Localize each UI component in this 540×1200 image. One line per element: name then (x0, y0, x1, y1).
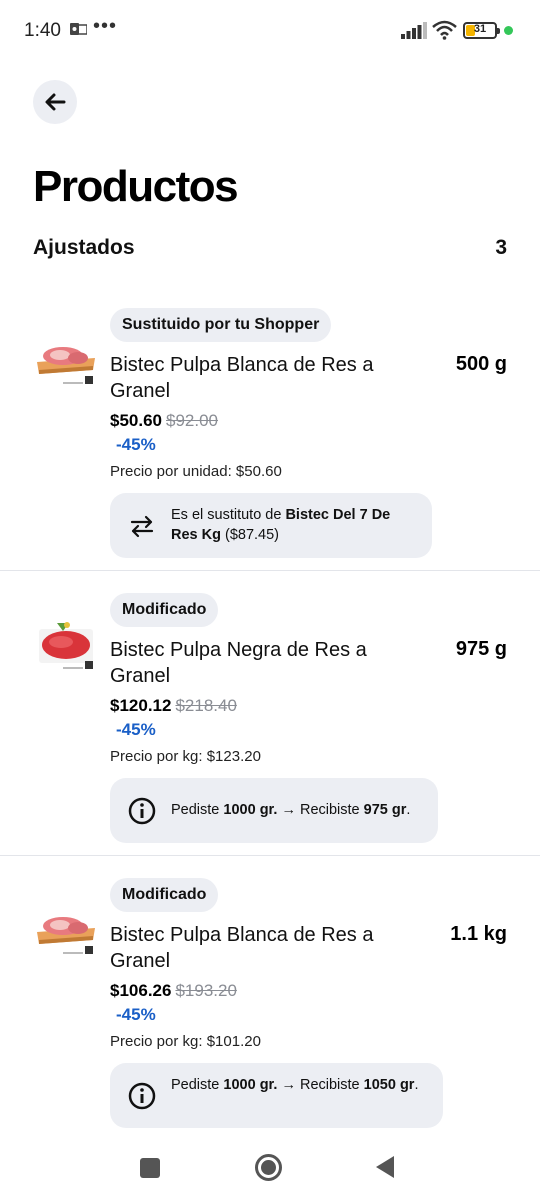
ordered-amount: 1000 gr. (223, 802, 278, 818)
product-card[interactable]: Modificado Bistec Pulpa Blanca de Res a … (0, 878, 540, 1140)
info-text: Es el sustituto de Bistec Del 7 De Res K… (171, 505, 416, 545)
original-price: $218.40 (175, 696, 237, 715)
battery-level-text: 31 (473, 23, 487, 35)
product-name: Bistec Pulpa Blanca de Res a Granel (110, 924, 374, 972)
unit-price: Precio por kg: $101.20 (110, 1033, 261, 1050)
price-line: $106.26 $193.20 (110, 981, 237, 1001)
product-name: Bistec Pulpa Negra de Res a Granel (110, 639, 367, 687)
status-badge: Modificado (110, 878, 219, 912)
status-time: 1:40 (24, 20, 61, 41)
info-text-part: Pediste (171, 1077, 224, 1093)
battery-icon: 31 (463, 22, 500, 39)
more-notifications-icon: ••• (93, 15, 118, 37)
info-text-part: → Recibiste (277, 1077, 364, 1093)
received-amount: 975 gr (363, 802, 407, 818)
product-quantity: 975 g (455, 638, 507, 660)
substitution-info: Es el sustituto de Bistec Del 7 De Res K… (110, 493, 432, 558)
info-text-part: . (414, 1077, 419, 1093)
signal-icon (401, 22, 427, 39)
price-line: $50.60 $92.00 (110, 411, 218, 431)
ordered-amount: 1000 gr. (223, 1077, 278, 1093)
received-amount: 1050 gr (363, 1077, 415, 1093)
swap-arrows-icon (130, 515, 154, 538)
discount-label: -45% (116, 720, 156, 739)
product-card[interactable]: Modificado Bistec Pulpa Negra de Res a G… (0, 593, 540, 855)
weight-adjustment-info: Pediste 1000 gr. → Recibiste 975 gr. (110, 778, 438, 843)
discount-label: -45% (116, 1005, 156, 1024)
info-text-part: Pediste (171, 802, 224, 818)
product-card[interactable]: Sustituido por tu Shopper Bistec Pulpa B… (0, 308, 540, 570)
unit-price: Precio por kg: $123.20 (110, 748, 261, 765)
privacy-indicator-dot (504, 26, 513, 35)
system-back-button[interactable] (376, 1156, 394, 1178)
section-title: Ajustados (33, 236, 135, 259)
info-circle-icon (128, 1082, 156, 1110)
section-header: Ajustados 3 (33, 236, 507, 264)
status-badge: Modificado (110, 593, 219, 627)
product-image (37, 917, 95, 954)
info-text: Pediste 1000 gr. → Recibiste 975 gr. (171, 800, 431, 820)
divider (0, 855, 540, 856)
substituted-product-price: ($87.45) (220, 527, 280, 543)
screen: 1:40 ••• 31 Productos Ajustados 3 Sustit… (0, 0, 540, 1200)
info-text-part: → Recibiste (277, 802, 364, 818)
info-text-part: . (406, 802, 411, 818)
wifi-icon (432, 20, 457, 40)
product-quantity: 1.1 kg (450, 923, 507, 945)
info-circle-icon (128, 797, 156, 825)
current-price: $106.26 (110, 981, 172, 1000)
weight-adjustment-info: Pediste 1000 gr. → Recibiste 1050 gr. (110, 1063, 443, 1128)
current-price: $50.60 (110, 411, 162, 430)
original-price: $193.20 (175, 981, 237, 1000)
current-price: $120.12 (110, 696, 172, 715)
status-bar: 1:40 ••• 31 (0, 0, 540, 62)
home-button[interactable] (255, 1154, 282, 1181)
original-price: $92.00 (166, 411, 218, 430)
info-text: Pediste 1000 gr. → Recibiste 1050 gr. (171, 1075, 421, 1095)
status-badge: Sustituido por tu Shopper (110, 308, 332, 342)
outlook-notification-icon (70, 23, 87, 35)
battery-tip (497, 28, 500, 34)
system-nav-bar (0, 1140, 540, 1200)
price-line: $120.12 $218.40 (110, 696, 237, 716)
product-image (37, 347, 95, 384)
back-button[interactable] (33, 80, 77, 124)
product-quantity: 500 g (455, 353, 507, 375)
unit-price: Precio por unidad: $50.60 (110, 463, 282, 480)
product-name: Bistec Pulpa Blanca de Res a Granel (110, 354, 374, 402)
divider (0, 570, 540, 571)
info-text-prefix: Es el sustituto de (171, 507, 286, 523)
discount-label: -45% (116, 435, 156, 454)
section-count: 3 (495, 236, 507, 259)
recents-button[interactable] (140, 1158, 160, 1178)
arrow-left-icon (45, 93, 66, 111)
page-title: Productos (33, 162, 239, 211)
product-image (39, 622, 93, 669)
